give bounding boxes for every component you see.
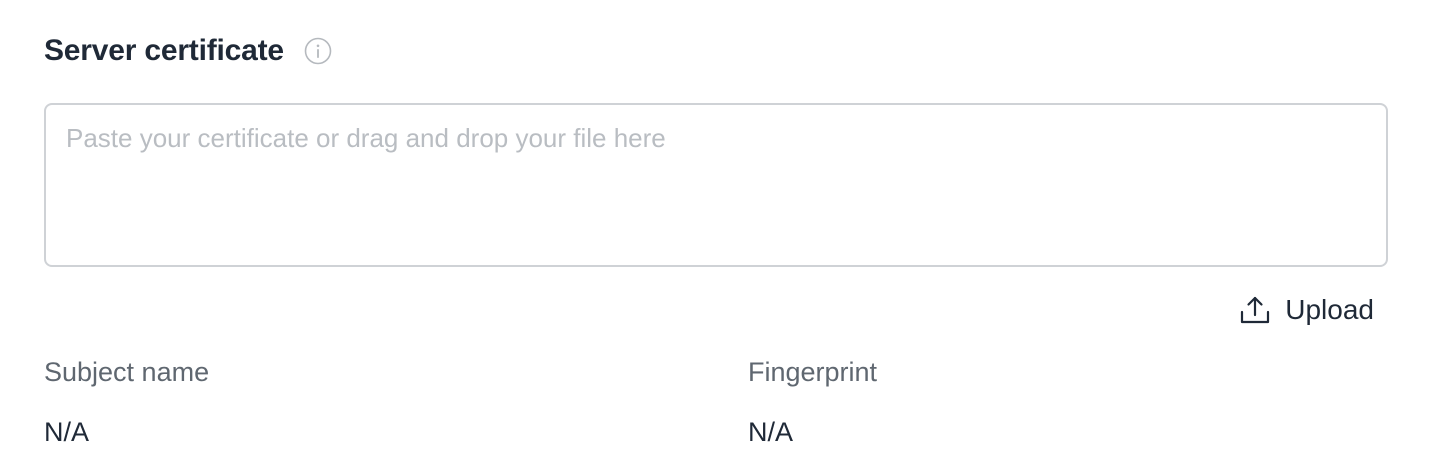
subject-name-field: Subject name N/A <box>44 354 209 450</box>
fingerprint-label: Fingerprint <box>748 357 878 387</box>
upload-icon <box>1239 294 1271 326</box>
subject-name-value: N/A <box>44 417 90 447</box>
upload-label: Upload <box>1285 294 1374 325</box>
fingerprint-value: N/A <box>748 417 794 447</box>
info-icon[interactable] <box>304 37 332 65</box>
certificate-input[interactable] <box>46 105 1386 265</box>
subject-name-label: Subject name <box>44 357 210 387</box>
certificate-input-container <box>44 103 1388 267</box>
server-certificate-panel: Server certificate Upload Subject name N… <box>0 0 1436 474</box>
upload-button[interactable]: Upload <box>1239 290 1374 330</box>
fingerprint-field: Fingerprint N/A <box>748 354 877 450</box>
section-header: Server certificate <box>44 30 332 72</box>
section-title: Server certificate <box>44 34 284 67</box>
